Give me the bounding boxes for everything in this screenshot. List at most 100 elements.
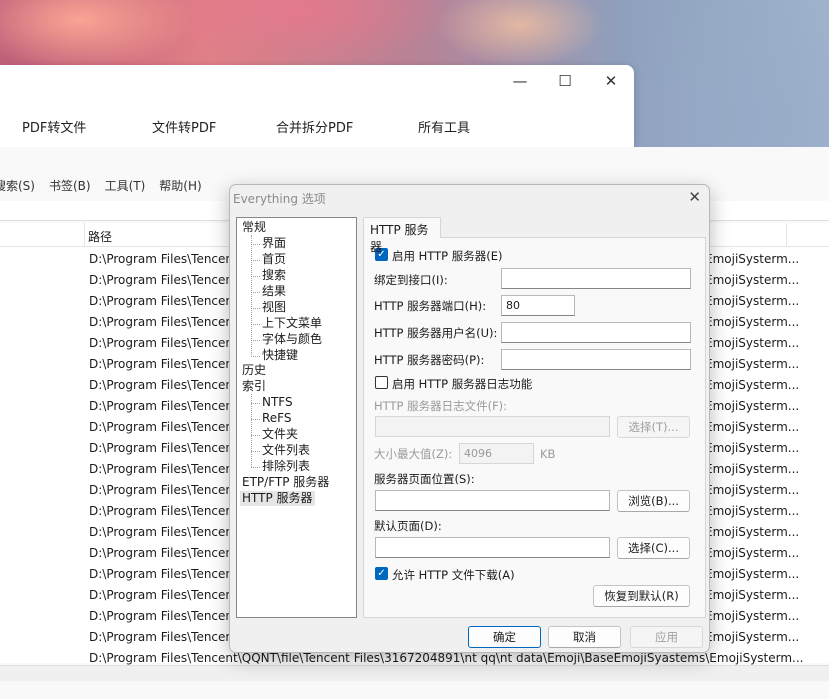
row-path-tail: EmojiSysterm... [705,441,800,455]
tree-item-general-child-5[interactable]: 上下文菜单 [262,316,322,331]
row-path-tail: EmojiSysterm... [705,399,800,413]
row-path-tail: EmojiSysterm... [705,294,800,308]
tree-item-general-child-4[interactable]: 视图 [262,300,286,315]
log-file-input[interactable] [375,416,610,437]
tree-item-index-child-2[interactable]: 文件夹 [262,427,298,442]
column-path[interactable]: 路径 [88,228,112,245]
row-path-tail: EmojiSysterm... [705,483,800,497]
apply-button[interactable]: 应用 [630,626,703,648]
tree-item-general-child-7[interactable]: 快捷键 [262,348,298,363]
username-label: HTTP 服务器用户名(U): [374,326,498,340]
row-path: D:\Program Files\Tencent [89,567,238,581]
menu-search[interactable]: 搜索(S) [0,177,35,197]
tree-item-index-child-3[interactable]: 文件列表 [262,443,310,458]
restore-default-button[interactable]: 恢复到默认(R) [593,585,690,607]
log-select-button[interactable]: 选择(T)... [617,416,690,438]
browse-button[interactable]: 浏览(B)... [617,490,690,512]
default-page-label: 默认页面(D): [374,519,442,533]
minimize-button[interactable]: — [497,69,543,93]
tab-all-tools[interactable]: 所有工具 [418,117,470,136]
row-path: D:\Program Files\Tencent [89,336,238,350]
row-path: D:\Program Files\Tencent [89,315,238,329]
page-location-label: 服务器页面位置(S): [374,472,475,486]
tree-item-history[interactable]: 历史 [242,363,266,378]
row-path-tail: EmojiSysterm... [705,525,800,539]
page-location-input[interactable] [375,490,610,511]
default-select-button[interactable]: 选择(C)... [617,537,690,559]
row-path: D:\Program Files\Tencent [89,357,238,371]
tree-item-index-child-4[interactable]: 排除列表 [262,459,310,474]
tree-item-general-child-2[interactable]: 搜索 [262,268,286,283]
port-label: HTTP 服务器端口(H): [374,299,487,313]
row-path-tail: EmojiSysterm... [705,273,800,287]
cancel-button[interactable]: 取消 [548,626,621,648]
maximize-button[interactable]: ☐ [542,69,588,93]
tree-item-general-child-3[interactable]: 结果 [262,284,286,299]
max-size-label: 大小最大值(Z): [374,447,453,461]
tree-item-index-child-0[interactable]: NTFS [262,395,293,410]
tab-merge-split-pdf[interactable]: 合并拆分PDF [276,117,353,136]
tree-item-general-child-0[interactable]: 界面 [262,236,286,251]
bind-interface-label: 绑定到接口(I): [374,273,448,287]
row-path: D:\Program Files\Tencent [89,399,238,413]
tab-file-to-pdf[interactable]: 文件转PDF [152,117,216,136]
tree-item-http[interactable]: HTTP 服务器 [240,491,315,506]
row-path: D:\Program Files\Tencent [89,420,238,434]
menu-help[interactable]: 帮助(H) [159,177,201,197]
row-path-tail: EmojiSysterm... [705,252,800,266]
enable-http-label: 启用 HTTP 服务器(E) [392,249,503,263]
tree-item-general-child-6[interactable]: 字体与颜色 [262,332,322,347]
row-path: D:\Program Files\Tencent\QQNT\file\Tence… [89,651,804,665]
row-path: D:\Program Files\Tencent [89,252,238,266]
tree-item-general[interactable]: 常规 [242,220,266,235]
http-settings-panel: ✓ 启用 HTTP 服务器(E) 绑定到接口(I): HTTP 服务器端口(H)… [363,237,706,618]
default-page-input[interactable] [375,537,610,558]
enable-log-checkbox[interactable] [375,376,388,389]
log-file-label: HTTP 服务器日志文件(F): [374,399,508,413]
max-size-input[interactable]: 4096 [459,443,534,464]
allow-download-label: 允许 HTTP 文件下载(A) [392,568,515,582]
options-tree: 常规 界面 首页 搜索 结果 视图 上下文菜单 字体与颜色 快捷键 历史 索引 NTFS ReF… [236,217,357,618]
close-button[interactable]: ✕ [588,69,634,93]
password-label: HTTP 服务器密码(P): [374,353,485,367]
tab-pdf-to-file[interactable]: PDF转文件 [22,117,86,136]
password-input[interactable] [501,349,691,370]
bind-interface-input[interactable] [501,268,691,289]
row-path: D:\Program Files\Tencent [89,378,238,392]
menu-tools[interactable]: 工具(T) [105,177,146,197]
row-path: D:\Program Files\Tencent [89,273,238,287]
row-path-tail: EmojiSysterm... [705,630,800,644]
options-dialog: Everything 选项 ✕ 常规 界面 首页 搜索 结果 视图 上下文菜单 字体与颜色快… [229,184,710,653]
row-path-tail: EmojiSysterm... [705,420,800,434]
row-path: D:\Program Files\Tencent [89,609,238,623]
row-path: D:\Program Files\Tencent [89,504,238,518]
row-path-tail: EmojiSysterm... [705,357,800,371]
menu-bookmarks[interactable]: 书签(B) [49,177,91,197]
tree-item-index[interactable]: 索引 [242,379,266,394]
close-icon[interactable]: ✕ [688,188,701,206]
row-path: D:\Program Files\Tencent [89,441,238,455]
tree-item-etp-ftp[interactable]: ETP/FTP 服务器 [242,475,329,490]
enable-log-label: 启用 HTTP 服务器日志功能 [392,377,533,391]
row-path-tail: EmojiSysterm... [705,588,800,602]
horizontal-scrollbar[interactable] [0,665,829,681]
username-input[interactable] [501,322,691,343]
tree-item-index-child-1[interactable]: ReFS [262,411,292,426]
row-path-tail: EmojiSysterm... [705,378,800,392]
row-path: D:\Program Files\Tencent [89,294,238,308]
row-path: D:\Program Files\Tencent [89,588,238,602]
ok-button[interactable]: 确定 [468,626,541,648]
row-path: D:\Program Files\Tencent [89,462,238,476]
tab-http-server[interactable]: HTTP 服务器 [363,217,441,254]
allow-download-checkbox[interactable]: ✓ [375,567,388,580]
max-size-unit: KB [540,447,556,461]
row-path-tail: EmojiSysterm... [705,336,800,350]
row-path: D:\Program Files\Tencent [89,630,238,644]
dialog-title: Everything 选项 [233,192,326,206]
row-path-tail: EmojiSysterm... [705,315,800,329]
port-input[interactable]: 80 [501,295,575,316]
row-path-tail: EmojiSysterm... [705,609,800,623]
tree-item-general-child-1[interactable]: 首页 [262,252,286,267]
row-path-tail: EmojiSysterm... [705,504,800,518]
row-path: D:\Program Files\Tencent [89,483,238,497]
